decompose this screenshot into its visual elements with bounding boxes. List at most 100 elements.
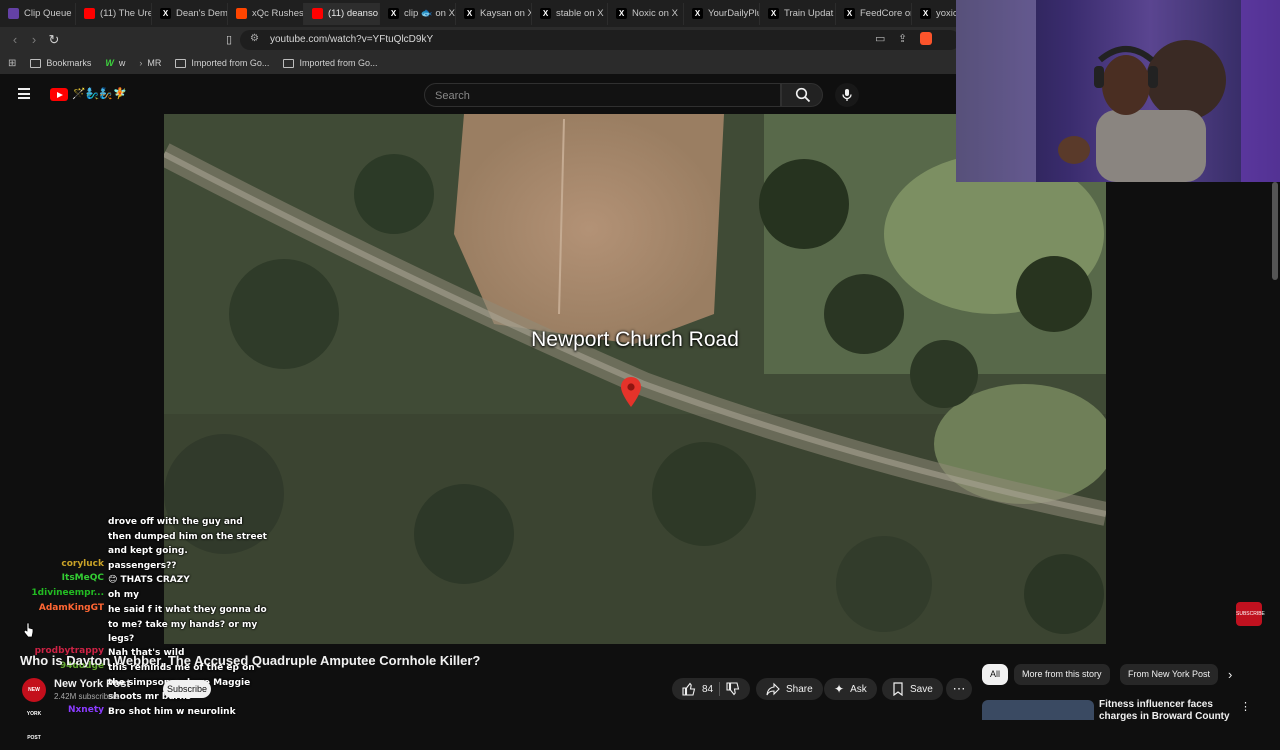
save-button[interactable]: Save bbox=[882, 678, 943, 700]
channel-name[interactable]: New York Post bbox=[54, 678, 130, 690]
chip-from-new-york-post[interactable]: From New York Post bbox=[1120, 664, 1219, 685]
thumbs-up-icon[interactable] bbox=[682, 682, 696, 696]
apps-grid-icon[interactable]: ⊞ bbox=[8, 58, 16, 69]
chevron-right-icon[interactable]: › bbox=[1228, 667, 1232, 682]
chat-username: AdamKingGT bbox=[38, 603, 104, 613]
ask-button[interactable]: ✦ Ask bbox=[824, 678, 877, 700]
x-icon: X bbox=[160, 8, 171, 19]
browser-tab[interactable]: Xstable on X bbox=[532, 2, 608, 25]
video-title: Who is Dayton Webber, The Accused Quadru… bbox=[20, 653, 481, 668]
browser-tab[interactable]: X Kaysan on X bbox=[456, 2, 532, 25]
browser-tab[interactable]: (11) The Ure bbox=[76, 2, 152, 25]
video-player[interactable]: Newport Church Road bbox=[164, 114, 1106, 644]
subscribe-sticker: SUBSCRIBE bbox=[1236, 602, 1265, 626]
mr-icon: › bbox=[139, 58, 143, 68]
browser-tab[interactable]: X Dean's Dem bbox=[152, 2, 228, 25]
forward-icon[interactable]: › bbox=[25, 31, 43, 49]
recommendation-thumbnail[interactable] bbox=[982, 700, 1094, 720]
browser-tab[interactable]: Clip Queue bbox=[0, 2, 76, 25]
chat-text: Bro shot him w neurolink bbox=[108, 707, 236, 717]
sidebar-scrollbar[interactable] bbox=[1272, 182, 1278, 280]
microphone-icon bbox=[842, 89, 852, 101]
bookmark-folder-bookmarks[interactable]: Bookmarks bbox=[30, 58, 91, 68]
bookmark-w[interactable]: Ww bbox=[105, 58, 125, 68]
subscribe-button[interactable]: Subscribe bbox=[163, 680, 211, 698]
x-icon: X bbox=[844, 8, 855, 19]
thumbs-down-icon[interactable] bbox=[726, 682, 740, 696]
x-icon: X bbox=[768, 8, 779, 19]
x-icon: X bbox=[388, 8, 399, 19]
search-placeholder: Search bbox=[435, 90, 470, 102]
share-page-icon[interactable]: ⇪ bbox=[898, 32, 907, 45]
search-input[interactable]: Search bbox=[424, 83, 781, 107]
cast-icon[interactable]: ▭ bbox=[875, 32, 885, 45]
chat-username: Nxnety bbox=[67, 705, 104, 715]
youtube-icon bbox=[312, 8, 323, 19]
bookmark-folder-imported-1[interactable]: Imported from Go... bbox=[175, 58, 269, 68]
browser-tab-title: yoxic bbox=[936, 8, 958, 19]
browser-tab-title: xQc Rushes bbox=[252, 8, 304, 19]
browser-tab-title: (11) deanso bbox=[328, 8, 378, 19]
back-icon[interactable]: ‹ bbox=[6, 31, 24, 49]
browser-tab[interactable]: Xclip 🐟 on X bbox=[380, 2, 456, 25]
browser-tab[interactable]: (11) deanso bbox=[304, 2, 380, 25]
logo-doodle: 🪄🧞‍♂️🧞🧚 bbox=[72, 88, 127, 100]
save-icon bbox=[893, 682, 903, 696]
x-icon: X bbox=[616, 8, 627, 19]
browser-tab-title: YourDailyPlu bbox=[708, 8, 760, 19]
channel-avatar[interactable]: NEW YORK POST bbox=[22, 678, 46, 741]
sparkle-icon: ✦ bbox=[834, 682, 845, 696]
chat-text: drove off with the guy and then dumped h… bbox=[108, 517, 267, 556]
browser-tab-title: stable on X bbox=[556, 8, 604, 19]
chat-text: 😊 THATS CRAZY bbox=[108, 575, 190, 585]
browser-tab-title: Train Updat bbox=[784, 8, 834, 19]
address-bar[interactable]: ⚙ youtube.com/watch?v=YFtuQlcD9kY ▭ ⇪ bbox=[240, 30, 960, 50]
recommendation-title[interactable]: Fitness influencer faces charges in Brow… bbox=[1099, 699, 1239, 723]
x-icon: X bbox=[920, 8, 931, 19]
folder-icon bbox=[30, 58, 42, 68]
chat-text: oh my bbox=[108, 590, 139, 600]
bookmark-mr[interactable]: › MR bbox=[139, 58, 161, 68]
share-button[interactable]: Share bbox=[756, 678, 823, 700]
url-text: youtube.com/watch?v=YFtuQlcD9kY bbox=[270, 34, 434, 45]
reload-icon[interactable]: ↻ bbox=[45, 31, 63, 49]
like-dislike-group: 84 bbox=[672, 678, 751, 700]
browser-tab[interactable]: X YourDailyPlu bbox=[684, 2, 760, 25]
brave-shield-icon[interactable] bbox=[920, 32, 932, 45]
chat-text: passengers?? bbox=[108, 561, 177, 571]
ask-label: Ask bbox=[850, 683, 867, 695]
x-icon: X bbox=[692, 8, 703, 19]
chip-all[interactable]: All bbox=[982, 664, 1009, 685]
save-label: Save bbox=[910, 683, 933, 695]
browser-tab-title: (11) The Ure bbox=[100, 8, 152, 19]
share-icon bbox=[766, 682, 780, 696]
youtube-logo-icon[interactable] bbox=[50, 88, 68, 101]
search-button[interactable] bbox=[781, 83, 823, 107]
youtube-icon bbox=[84, 8, 95, 19]
browser-tab-title: clip 🐟 on X bbox=[404, 8, 455, 19]
menu-icon[interactable] bbox=[18, 88, 30, 99]
search-icon bbox=[795, 87, 811, 103]
voice-search-button[interactable] bbox=[835, 83, 859, 107]
folder-icon bbox=[283, 58, 295, 68]
bookmark-icon[interactable]: ▯ bbox=[220, 31, 238, 49]
browser-tab[interactable]: X FeedCore or bbox=[836, 2, 912, 25]
x-icon: X bbox=[464, 8, 475, 19]
chip-more-from-story[interactable]: More from this story bbox=[1014, 664, 1110, 685]
browser-tab-title: Clip Queue bbox=[24, 8, 72, 19]
site-info-icon[interactable]: ⚙ bbox=[250, 33, 259, 44]
subscriber-count: 2.42M subscribers bbox=[54, 692, 120, 701]
streamer-webcam bbox=[956, 0, 1280, 182]
recommendation-menu-icon[interactable]: ⋮ bbox=[1240, 700, 1251, 713]
browser-tab[interactable]: X Noxic on X bbox=[608, 2, 684, 25]
twitch-icon bbox=[8, 8, 19, 19]
browser-tab[interactable]: xQc Rushes bbox=[228, 2, 304, 25]
browser-tab[interactable]: X Train Updat bbox=[760, 2, 836, 25]
bookmark-folder-imported-2[interactable]: Imported from Go... bbox=[283, 58, 377, 68]
w-icon: W bbox=[105, 58, 114, 68]
mouse-cursor-icon bbox=[23, 622, 34, 638]
like-count: 84 bbox=[702, 683, 714, 695]
chat-username: coryluck bbox=[61, 559, 104, 569]
reddit-icon bbox=[236, 8, 247, 19]
more-actions-icon[interactable]: ⋯ bbox=[946, 678, 972, 700]
